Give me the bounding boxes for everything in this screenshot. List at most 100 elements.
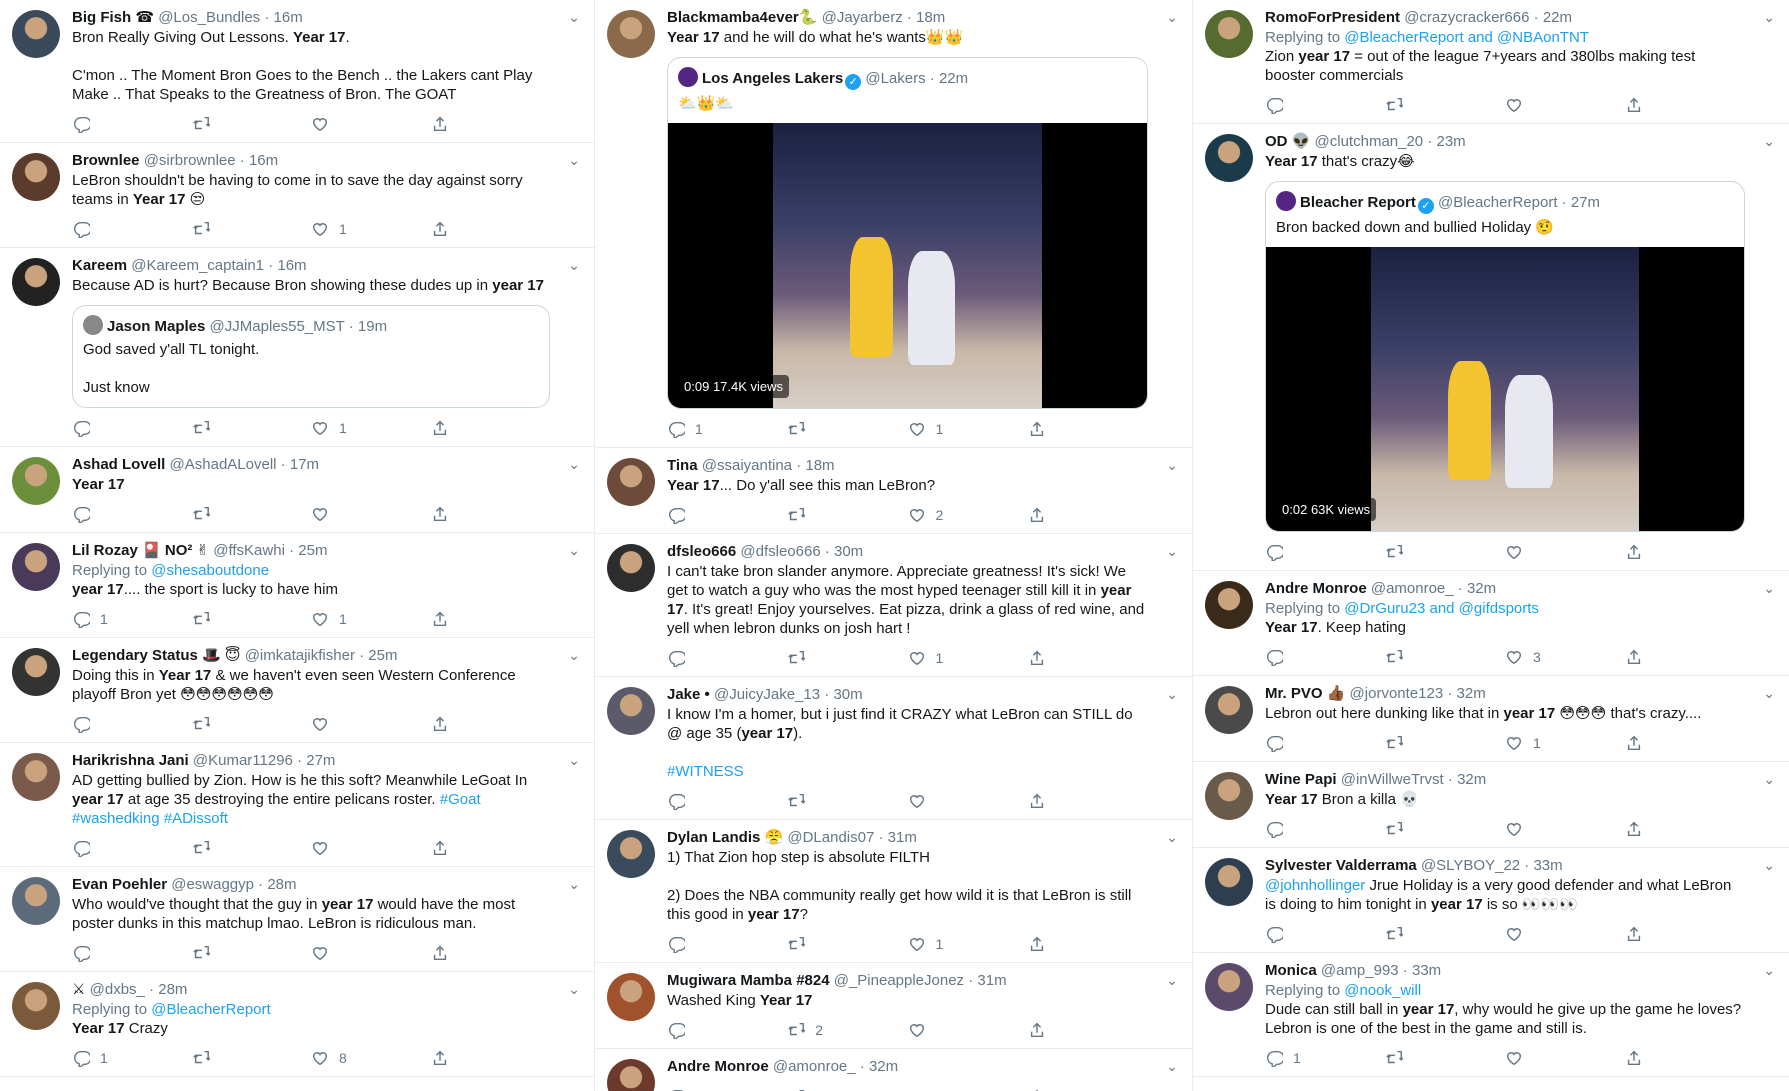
chevron-down-icon[interactable]: ⌄ (1166, 8, 1178, 27)
share-button[interactable] (1625, 543, 1745, 561)
tweet[interactable]: Ashad Lovell @AshadALovell · 17m ⌄ Year 17 (0, 447, 594, 533)
share-button[interactable] (431, 715, 551, 733)
reply-button[interactable] (72, 505, 192, 523)
retweet-button[interactable] (1385, 734, 1505, 752)
tweet[interactable]: Jake • @JuicyJake_13 · 30m ⌄ I know I'm a … (595, 677, 1192, 820)
tweet[interactable]: Lil Rozay 🎴 NO² ✌ @ffsKawhi · 25m ⌄ Replyi… (0, 533, 594, 638)
reply-button[interactable] (667, 792, 787, 810)
display-name[interactable]: OD 👽 (1265, 133, 1310, 150)
reply-button[interactable] (72, 944, 192, 962)
chevron-down-icon[interactable]: ⌄ (568, 751, 580, 770)
tweet[interactable]: OD 👽 @clutchman_20 · 23m ⌄ Year 17 that's … (1193, 124, 1789, 571)
display-name[interactable]: Evan Poehler (72, 876, 167, 893)
timestamp[interactable]: 32m (1467, 580, 1496, 597)
share-button[interactable] (1028, 935, 1148, 953)
retweet-button[interactable] (192, 715, 312, 733)
avatar[interactable] (1205, 858, 1253, 906)
share-button[interactable] (1625, 648, 1745, 666)
timestamp[interactable]: 31m (888, 829, 917, 846)
timestamp[interactable]: 30m (833, 686, 862, 703)
timestamp[interactable]: 25m (368, 647, 397, 664)
like-button[interactable]: 3 (1505, 648, 1625, 667)
reply-button[interactable] (72, 715, 192, 733)
tweet[interactable]: Mugiwara Mamba #824 @_PineappleJonez · 3… (595, 963, 1192, 1049)
reply-button[interactable]: 1 (72, 610, 192, 629)
share-button[interactable] (431, 1049, 551, 1067)
handle[interactable]: @AshadALovell (170, 456, 277, 473)
tweet[interactable]: Wine Papi @inWillweTrvst · 32m ⌄ Year 17 B… (1193, 762, 1789, 848)
share-button[interactable] (1028, 649, 1148, 667)
handle[interactable]: @amonroe_ (1371, 580, 1454, 597)
handle[interactable]: @imkatajikfisher (245, 647, 355, 664)
tweet[interactable]: Legendary Status 🎩 😇 @imkatajikfisher · … (0, 638, 594, 743)
reply-button[interactable] (1265, 648, 1385, 666)
timestamp[interactable]: 32m (1457, 685, 1486, 702)
handle[interactable]: @SLYBOY_22 (1421, 857, 1520, 874)
handle[interactable]: @JuicyJake_13 (714, 686, 820, 703)
tweet[interactable]: Sylvester Valderrama @SLYBOY_22 · 33m ⌄ @j… (1193, 848, 1789, 953)
display-name[interactable]: Lil Rozay 🎴 NO² ✌ (72, 542, 209, 559)
retweet-button[interactable] (192, 419, 312, 437)
quoted-timestamp[interactable]: 27m (1571, 194, 1600, 211)
handle[interactable]: @Los_Bundles (158, 9, 260, 26)
tweet[interactable]: Evan Poehler @eswaggyp · 28m ⌄ Who would'v… (0, 867, 594, 972)
like-button[interactable]: 8 (311, 1049, 431, 1068)
handle[interactable]: @dfsleo666 (740, 543, 820, 560)
tweet[interactable]: Harikrishna Jani @Kumar11296 · 27m ⌄ AD ge… (0, 743, 594, 867)
avatar[interactable] (607, 458, 655, 506)
reply-button[interactable] (1265, 96, 1385, 114)
share-button[interactable] (431, 220, 551, 238)
reply-button[interactable] (72, 115, 192, 133)
avatar[interactable] (1205, 686, 1253, 734)
avatar[interactable] (1205, 963, 1253, 1011)
share-button[interactable] (431, 505, 551, 523)
display-name[interactable]: Brownlee (72, 152, 140, 169)
quoted-timestamp[interactable]: 19m (358, 318, 387, 335)
video-player[interactable]: 0:02 63K views (1266, 247, 1744, 531)
share-button[interactable] (1625, 820, 1745, 838)
timestamp[interactable]: 32m (1457, 771, 1486, 788)
display-name[interactable]: Harikrishna Jani (72, 752, 189, 769)
timestamp[interactable]: 28m (158, 981, 187, 998)
retweet-button[interactable] (1385, 925, 1505, 943)
avatar[interactable] (1205, 10, 1253, 58)
timestamp[interactable]: 23m (1437, 133, 1466, 150)
chevron-down-icon[interactable]: ⌄ (1763, 132, 1775, 151)
chevron-down-icon[interactable]: ⌄ (1763, 856, 1775, 875)
display-name[interactable]: Mugiwara Mamba #824 (667, 972, 830, 989)
timestamp[interactable]: 18m (916, 9, 945, 26)
tweet[interactable]: RomoForPresident @crazycracker666 · 22m ⌄… (1193, 0, 1789, 124)
avatar[interactable] (607, 687, 655, 735)
like-button[interactable] (1505, 1049, 1625, 1067)
like-button[interactable] (1505, 543, 1625, 561)
quoted-tweet[interactable]: Los Angeles Lakers ✓ @Lakers · 22m ⛅👑⛅ 0:09… (667, 57, 1148, 409)
tweet[interactable]: dfsleo666 @dfsleo666 · 30m ⌄ I can't take … (595, 534, 1192, 677)
quoted-handle[interactable]: @BleacherReport (1438, 194, 1557, 211)
timestamp[interactable]: 27m (306, 752, 335, 769)
share-button[interactable] (1028, 792, 1148, 810)
tweet[interactable]: Tina @ssaiyantina · 18m ⌄ Year 17... Do y'… (595, 448, 1192, 534)
tweet[interactable]: ⚔ @dxbs_ · 28m ⌄ Replying to @BleacherRepo… (0, 972, 594, 1077)
display-name[interactable]: Andre Monroe (667, 1058, 769, 1075)
timestamp[interactable]: 16m (277, 257, 306, 274)
avatar[interactable] (12, 258, 60, 306)
retweet-button[interactable] (192, 1049, 312, 1067)
chevron-down-icon[interactable]: ⌄ (1763, 684, 1775, 703)
chevron-down-icon[interactable]: ⌄ (568, 875, 580, 894)
handle[interactable]: @clutchman_20 (1315, 133, 1424, 150)
like-button[interactable]: 1 (908, 420, 1028, 439)
chevron-down-icon[interactable]: ⌄ (1166, 542, 1178, 561)
quoted-display-name[interactable]: Jason Maples (107, 318, 205, 335)
timestamp[interactable]: 31m (977, 972, 1006, 989)
chevron-down-icon[interactable]: ⌄ (1763, 770, 1775, 789)
quoted-handle[interactable]: @JJMaples55_MST (210, 318, 345, 335)
share-button[interactable] (431, 115, 551, 133)
display-name[interactable]: Blackmamba4ever🐍 (667, 9, 817, 26)
chevron-down-icon[interactable]: ⌄ (568, 8, 580, 27)
timestamp[interactable]: 16m (274, 9, 303, 26)
like-button[interactable]: 1 (311, 610, 431, 629)
retweet-button[interactable] (192, 220, 312, 238)
display-name[interactable]: Kareem (72, 257, 127, 274)
timestamp[interactable]: 32m (869, 1058, 898, 1075)
handle[interactable]: @amonroe_ (773, 1058, 856, 1075)
